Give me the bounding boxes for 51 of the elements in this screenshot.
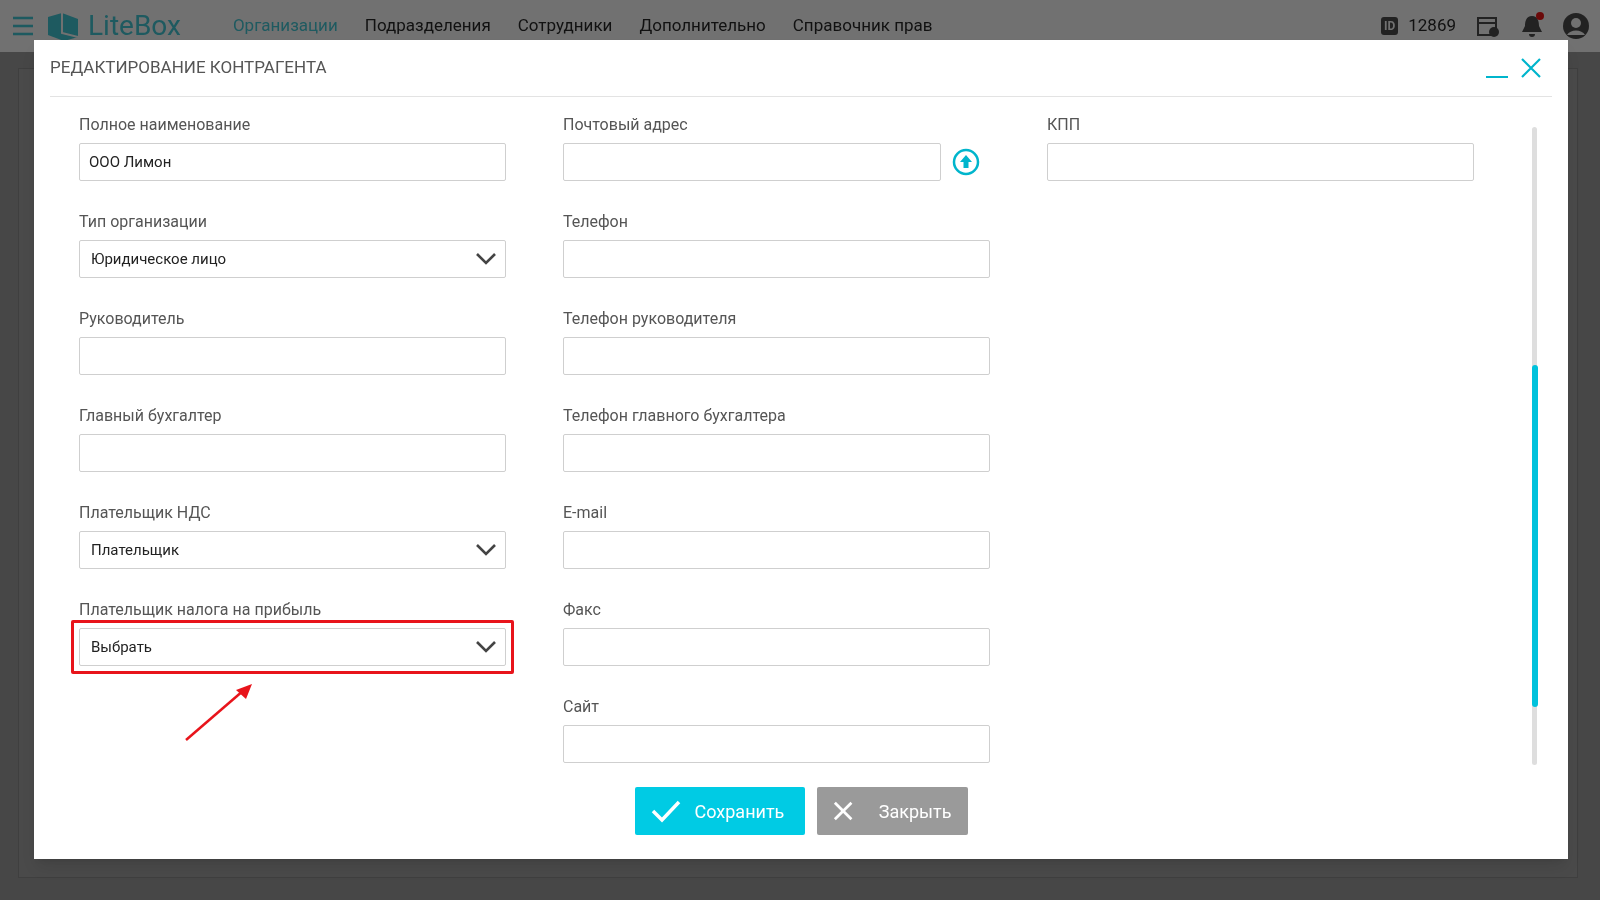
chevron-down-icon [475,252,497,266]
bell-icon[interactable] [1520,13,1544,39]
input-field[interactable] [563,628,990,666]
nav-link[interactable]: Справочник прав [792,13,933,39]
nav-link[interactable]: Дополнительно [639,13,766,39]
input-field[interactable] [563,725,990,763]
field-label: E-mail [563,503,609,523]
close-button[interactable]: Закрыть [816,787,968,835]
scrollbar-thumb[interactable] [1532,365,1538,707]
chevron-down-icon [475,543,497,557]
logo-text: LiteBox [88,8,181,44]
user-id: 12869 [1408,14,1456,38]
user-avatar-icon[interactable] [1562,12,1590,40]
close-icon[interactable] [1520,57,1542,79]
nav-link[interactable]: Сотрудники [517,13,613,39]
input-field[interactable] [79,434,506,472]
dropdown-select[interactable]: Юридическое лицо [79,240,506,278]
dialog-title: РЕДАКТИРОВАНИЕ КОНТРАГЕНТА [50,56,327,80]
input-field[interactable]: ООО Лимон [79,143,506,181]
check-icon [650,799,681,823]
nav-link[interactable]: Подразделения [364,13,491,39]
field-label: Факс [563,600,602,620]
dropdown-select[interactable]: Выбрать [79,628,506,666]
field-label: Телефон главного бухгалтера [563,406,787,426]
id-badge: ID [1380,17,1399,35]
input-field[interactable] [79,337,506,375]
input-field[interactable] [563,240,990,278]
field-label: Телефон [563,212,629,232]
save-button[interactable]: Сохранить [634,787,805,835]
calendar-icon[interactable] [1476,14,1500,38]
field-label: Руководитель [79,309,186,329]
input-field[interactable] [563,143,941,181]
field-label: Главный бухгалтер [79,406,223,426]
field-label: Тип организации [79,212,208,232]
x-icon [832,800,853,822]
input-field[interactable] [563,434,990,472]
field-label: КПП [1047,115,1082,135]
input-field[interactable] [563,337,990,375]
input-field[interactable] [1047,143,1474,181]
dropdown-select[interactable]: Плательщик [79,531,506,569]
menu-icon[interactable] [12,14,34,38]
field-label: Плательщик НДС [79,503,212,523]
field-label: Телефон руководителя [563,309,738,329]
cube-logo-icon [46,11,80,41]
pointer-arrow [184,682,254,742]
field-label: Почтовый адрес [563,115,689,135]
field-label: Сайт [563,697,601,717]
chevron-down-icon [475,640,497,654]
field-label: Полное наименование [79,115,252,135]
input-field[interactable] [563,531,990,569]
field-label: Плательщик налога на прибыль [79,600,323,620]
